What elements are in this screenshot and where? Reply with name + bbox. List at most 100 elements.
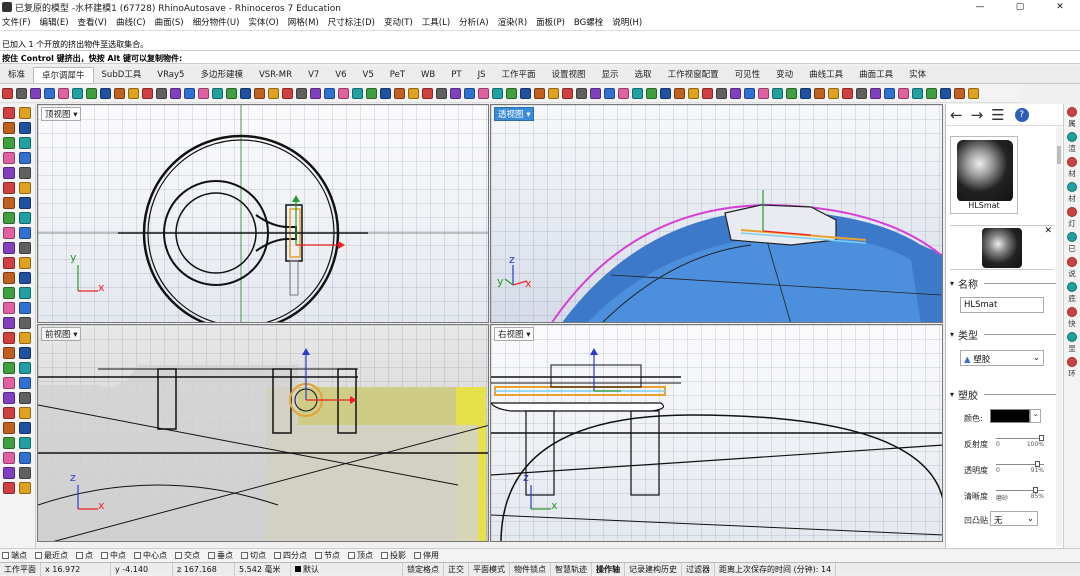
close-preview-icon[interactable]: ✕: [1044, 226, 1052, 236]
left-tool-icon[interactable]: [3, 257, 15, 269]
toolbar-command-icon[interactable]: [968, 88, 979, 99]
tab-cplanes[interactable]: 工作平面: [494, 67, 544, 83]
osnap-checkbox[interactable]: 停用: [414, 550, 439, 561]
toolbar-command-icon[interactable]: [618, 88, 629, 99]
transparency-slider[interactable]: 0 91%: [996, 461, 1044, 474]
toolbar-command-icon[interactable]: [674, 88, 685, 99]
menu-edit[interactable]: 编辑(E): [40, 16, 69, 28]
toolbar-command-icon[interactable]: [310, 88, 321, 99]
left-tool-icon[interactable]: [19, 227, 31, 239]
toolbar-command-icon[interactable]: [156, 88, 167, 99]
material-type-select[interactable]: ▲ 塑胶 ⌄: [960, 350, 1044, 366]
left-tool-icon[interactable]: [3, 137, 15, 149]
tab-surface-tools[interactable]: 曲面工具: [851, 67, 901, 83]
tab-js[interactable]: JS: [470, 67, 494, 83]
left-tool-icon[interactable]: [3, 152, 15, 164]
toolbar-command-icon[interactable]: [842, 88, 853, 99]
toolbar-command-icon[interactable]: [296, 88, 307, 99]
left-tool-icon[interactable]: [19, 107, 31, 119]
panel-tab-icon[interactable]: [1067, 157, 1077, 167]
tab-vray5[interactable]: VRay5: [149, 67, 192, 83]
left-tool-icon[interactable]: [3, 182, 15, 194]
menu-surface[interactable]: 曲面(S): [155, 16, 184, 28]
toolbar-command-icon[interactable]: [520, 88, 531, 99]
viewport-perspective[interactable]: 透视图 ▾ z y x: [490, 104, 943, 323]
menu-dimension[interactable]: 尺寸标注(D): [328, 16, 375, 28]
left-tool-icon[interactable]: [3, 107, 15, 119]
panel-tab-icon[interactable]: [1067, 107, 1077, 117]
left-tool-icon[interactable]: [19, 257, 31, 269]
toolbar-command-icon[interactable]: [268, 88, 279, 99]
toolbar-command-icon[interactable]: [590, 88, 601, 99]
panel-tab-label[interactable]: 渲: [1068, 143, 1076, 154]
tab-pet[interactable]: PeT: [382, 67, 413, 83]
toolbar-command-icon[interactable]: [226, 88, 237, 99]
menu-curve[interactable]: 曲线(C): [116, 16, 146, 28]
left-tool-icon[interactable]: [3, 287, 15, 299]
forward-arrow-icon[interactable]: →: [971, 106, 984, 124]
tab-transform[interactable]: 变动: [768, 67, 801, 83]
menu-icon[interactable]: ☰: [991, 106, 1004, 124]
toolbar-command-icon[interactable]: [660, 88, 671, 99]
osnap-checkbox[interactable]: 点: [76, 550, 93, 561]
viewport-label-front[interactable]: 前视图 ▾: [41, 327, 82, 341]
menu-subd[interactable]: 细分物件(U): [193, 16, 240, 28]
toolbar-command-icon[interactable]: [72, 88, 83, 99]
panel-tab-icon[interactable]: [1067, 282, 1077, 292]
left-tool-icon[interactable]: [3, 407, 15, 419]
toolbar-command-icon[interactable]: [366, 88, 377, 99]
panel-tab-icon[interactable]: [1067, 257, 1077, 267]
viewport-front[interactable]: 前视图 ▾ z x: [37, 324, 489, 542]
left-tool-icon[interactable]: [3, 437, 15, 449]
osnap-checkbox[interactable]: 中心点: [134, 550, 167, 561]
status-history[interactable]: 记录建构历史: [625, 562, 682, 576]
toolbar-command-icon[interactable]: [548, 88, 559, 99]
toolbar-command-icon[interactable]: [142, 88, 153, 99]
tab-standard[interactable]: 标准: [0, 67, 33, 83]
toolbar-command-icon[interactable]: [926, 88, 937, 99]
left-tool-icon[interactable]: [19, 482, 31, 494]
left-tool-icon[interactable]: [3, 242, 15, 254]
osnap-checkbox[interactable]: 投影: [381, 550, 406, 561]
toolbar-command-icon[interactable]: [576, 88, 587, 99]
osnap-checkbox[interactable]: 四分点: [274, 550, 307, 561]
toolbar-command-icon[interactable]: [492, 88, 503, 99]
tab-wb[interactable]: WB: [413, 67, 443, 83]
toolbar-command-icon[interactable]: [100, 88, 111, 99]
left-tool-icon[interactable]: [3, 227, 15, 239]
status-smarttrack[interactable]: 智慧轨迹: [551, 562, 592, 576]
toolbar-command-icon[interactable]: [646, 88, 657, 99]
toolbar-command-icon[interactable]: [338, 88, 349, 99]
toolbar-command-icon[interactable]: [912, 88, 923, 99]
left-tool-icon[interactable]: [19, 287, 31, 299]
toolbar-command-icon[interactable]: [436, 88, 447, 99]
left-tool-icon[interactable]: [3, 167, 15, 179]
left-tool-icon[interactable]: [3, 212, 15, 224]
left-tool-icon[interactable]: [3, 347, 15, 359]
toolbar-command-icon[interactable]: [170, 88, 181, 99]
panel-tab-icon[interactable]: [1067, 182, 1077, 192]
left-tool-icon[interactable]: [19, 467, 31, 479]
left-tool-icon[interactable]: [19, 422, 31, 434]
toolbar-command-icon[interactable]: [114, 88, 125, 99]
menu-view[interactable]: 查看(V): [78, 16, 107, 28]
menu-help[interactable]: 说明(H): [612, 16, 642, 28]
toolbar-command-icon[interactable]: [44, 88, 55, 99]
bump-select[interactable]: 无 ⌄: [990, 511, 1038, 526]
toolbar-command-icon[interactable]: [772, 88, 783, 99]
toolbar-command-icon[interactable]: [450, 88, 461, 99]
tab-v6[interactable]: V6: [327, 67, 354, 83]
toolbar-command-icon[interactable]: [282, 88, 293, 99]
toolbar-command-icon[interactable]: [184, 88, 195, 99]
panel-scrollbar[interactable]: [1056, 126, 1062, 546]
panel-tab-icon[interactable]: [1067, 332, 1077, 342]
toolbar-command-icon[interactable]: [58, 88, 69, 99]
left-tool-icon[interactable]: [3, 422, 15, 434]
tab-curve-tools[interactable]: 曲线工具: [801, 67, 851, 83]
toolbar-command-icon[interactable]: [688, 88, 699, 99]
panel-tab-icon[interactable]: [1067, 232, 1077, 242]
viewport-label-perspective[interactable]: 透视图 ▾: [494, 107, 535, 121]
toolbar-command-icon[interactable]: [856, 88, 867, 99]
toolbar-command-icon[interactable]: [870, 88, 881, 99]
toolbar-command-icon[interactable]: [408, 88, 419, 99]
